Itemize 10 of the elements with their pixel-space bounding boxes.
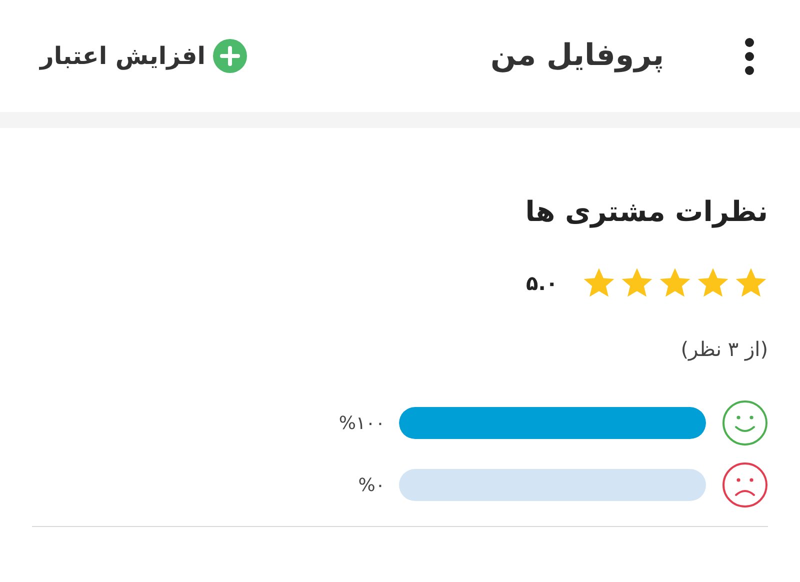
review-count: (از ۳ نظر) <box>680 336 768 363</box>
plus-icon <box>213 39 248 73</box>
percent-label: %۱۰۰ <box>338 412 385 436</box>
section-title: نظرات مشتری ها <box>524 198 768 226</box>
frown-icon <box>722 462 768 508</box>
rating-value: ۵.۰ <box>526 270 558 297</box>
smiley-icon <box>722 400 768 446</box>
percent-label: %۰ <box>358 474 385 498</box>
page-title: پروفایل من <box>490 41 664 71</box>
add-credit-button[interactable]: افزایش اعتبار <box>40 38 248 74</box>
